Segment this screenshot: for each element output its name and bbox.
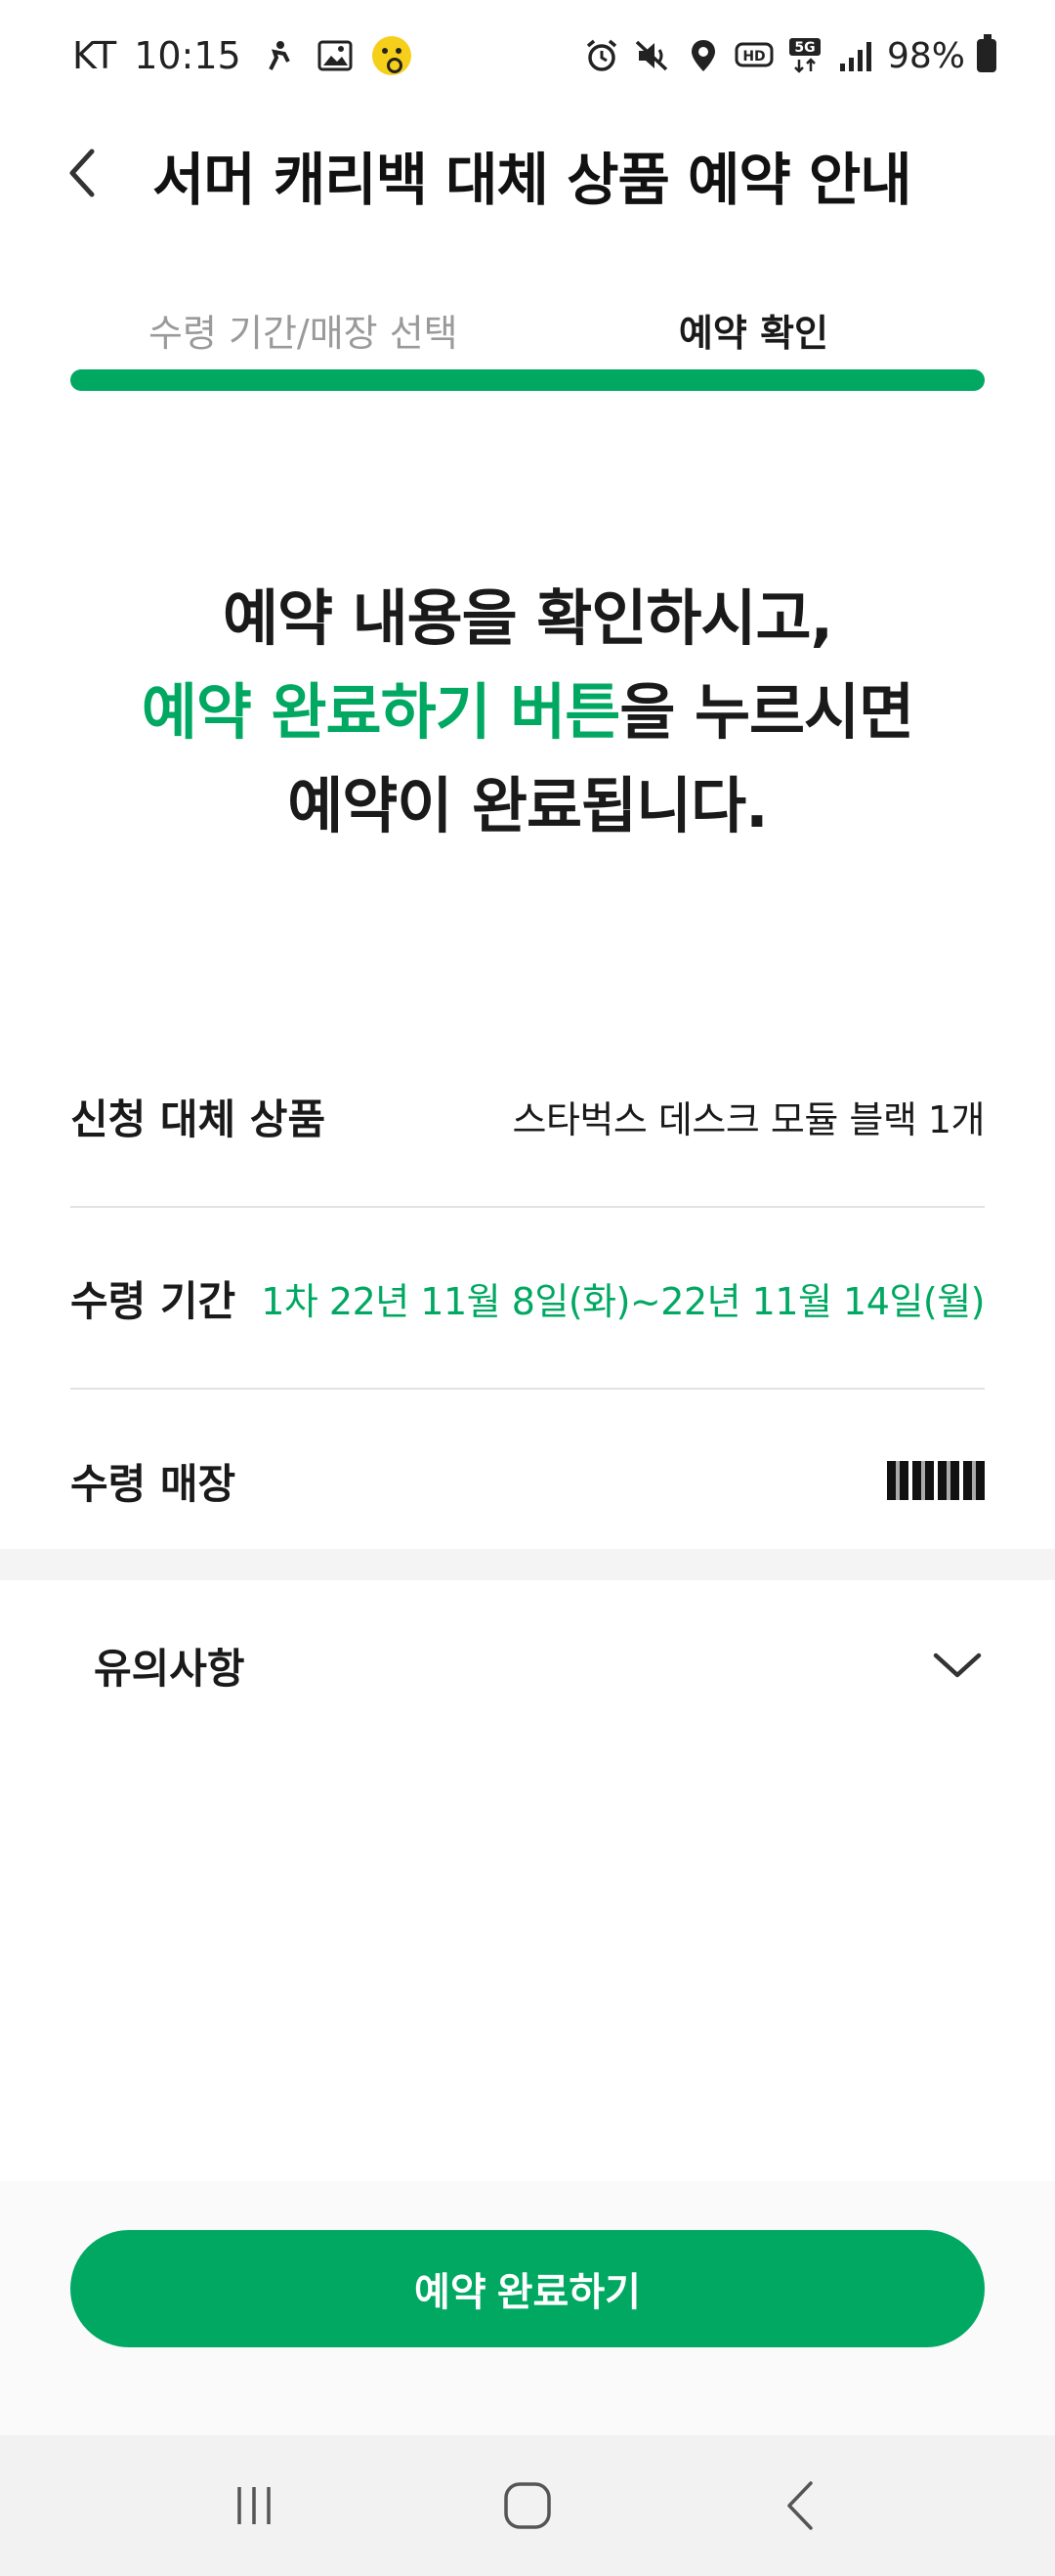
hd-icon: HD xyxy=(735,36,774,75)
chevron-left-icon xyxy=(69,149,95,197)
back-button[interactable] xyxy=(43,129,121,217)
message-line-2-rest: 을 누르시면 xyxy=(619,676,914,748)
notice-label: 유의사항 xyxy=(94,1644,245,1693)
carrier: KT xyxy=(72,34,117,77)
tab-confirm-reservation[interactable]: 예약 확인 xyxy=(679,303,828,357)
gallery-icon xyxy=(316,36,355,75)
step-progress-bar xyxy=(70,369,985,391)
status-bar: KT 10:15 HD 5G 98% xyxy=(0,0,1055,109)
message-line-1: 예약 내용을 확인하시고, xyxy=(222,582,833,654)
home-icon xyxy=(504,2482,551,2529)
store-value-redacted xyxy=(887,1461,985,1500)
message-line-2: 예약 완료하기 버튼을 누르시면 xyxy=(0,665,1055,759)
tab-select-period-store[interactable]: 수령 기간/매장 선택 xyxy=(148,303,458,357)
svg-text:HD: HD xyxy=(742,49,765,64)
product-value: 스타벅스 데스크 모듈 블랙 1개 xyxy=(512,1097,985,1141)
period-label: 수령 기간 xyxy=(70,1276,236,1325)
reservation-info: 신청 대체 상품 스타벅스 데스크 모듈 블랙 1개 수령 기간 1차 22년 … xyxy=(70,1026,985,1571)
svg-text:5G: 5G xyxy=(794,40,815,56)
info-row-period: 수령 기간 1차 22년 11월 8일(화)~22년 11월 14일(월) xyxy=(70,1208,985,1390)
signal-icon xyxy=(836,36,875,75)
battery-percent: 98% xyxy=(886,35,965,76)
section-divider xyxy=(0,1549,1055,1580)
home-button[interactable] xyxy=(479,2457,576,2555)
page-title: 서머 캐리백 대체 상품 예약 안내 xyxy=(152,147,912,213)
store-label: 수령 매장 xyxy=(70,1459,236,1508)
battery-icon xyxy=(977,34,996,72)
message-line-3: 예약이 완료됩니다. xyxy=(287,770,768,841)
app-header: 서머 캐리백 대체 상품 예약 안내 xyxy=(0,109,1055,256)
message-accent: 예약 완료하기 버튼 xyxy=(141,676,620,748)
5g-icon: 5G xyxy=(785,36,824,75)
mute-icon xyxy=(633,36,672,75)
system-nav-bar xyxy=(0,2435,1055,2576)
confirmation-message: 예약 내용을 확인하시고, 예약 완료하기 버튼을 누르시면 예약이 완료됩니다… xyxy=(0,572,1055,853)
back-arrow-icon xyxy=(787,2481,813,2530)
info-row-store: 수령 매장 xyxy=(70,1390,985,1571)
chevron-down-icon xyxy=(933,1653,982,1678)
clock: 10:15 xyxy=(134,34,241,77)
face-emoji-icon xyxy=(371,36,411,75)
system-back-button[interactable] xyxy=(752,2457,850,2555)
status-left: KT 10:15 xyxy=(72,27,411,84)
motion-icon xyxy=(259,36,298,75)
notice-accordion[interactable]: 유의사항 xyxy=(0,1580,1055,1750)
period-value: 1차 22년 11월 8일(화)~22년 11월 14일(월) xyxy=(261,1279,985,1323)
recent-apps-button[interactable] xyxy=(205,2457,303,2555)
location-icon xyxy=(684,36,723,75)
info-row-product: 신청 대체 상품 스타벅스 데스크 모듈 블랙 1개 xyxy=(70,1026,985,1208)
alarm-icon xyxy=(582,36,621,75)
complete-reservation-button[interactable]: 예약 완료하기 xyxy=(70,2230,985,2347)
recent-apps-icon xyxy=(237,2487,271,2524)
product-label: 신청 대체 상품 xyxy=(70,1095,326,1143)
status-right: HD 5G 98% xyxy=(582,27,996,84)
